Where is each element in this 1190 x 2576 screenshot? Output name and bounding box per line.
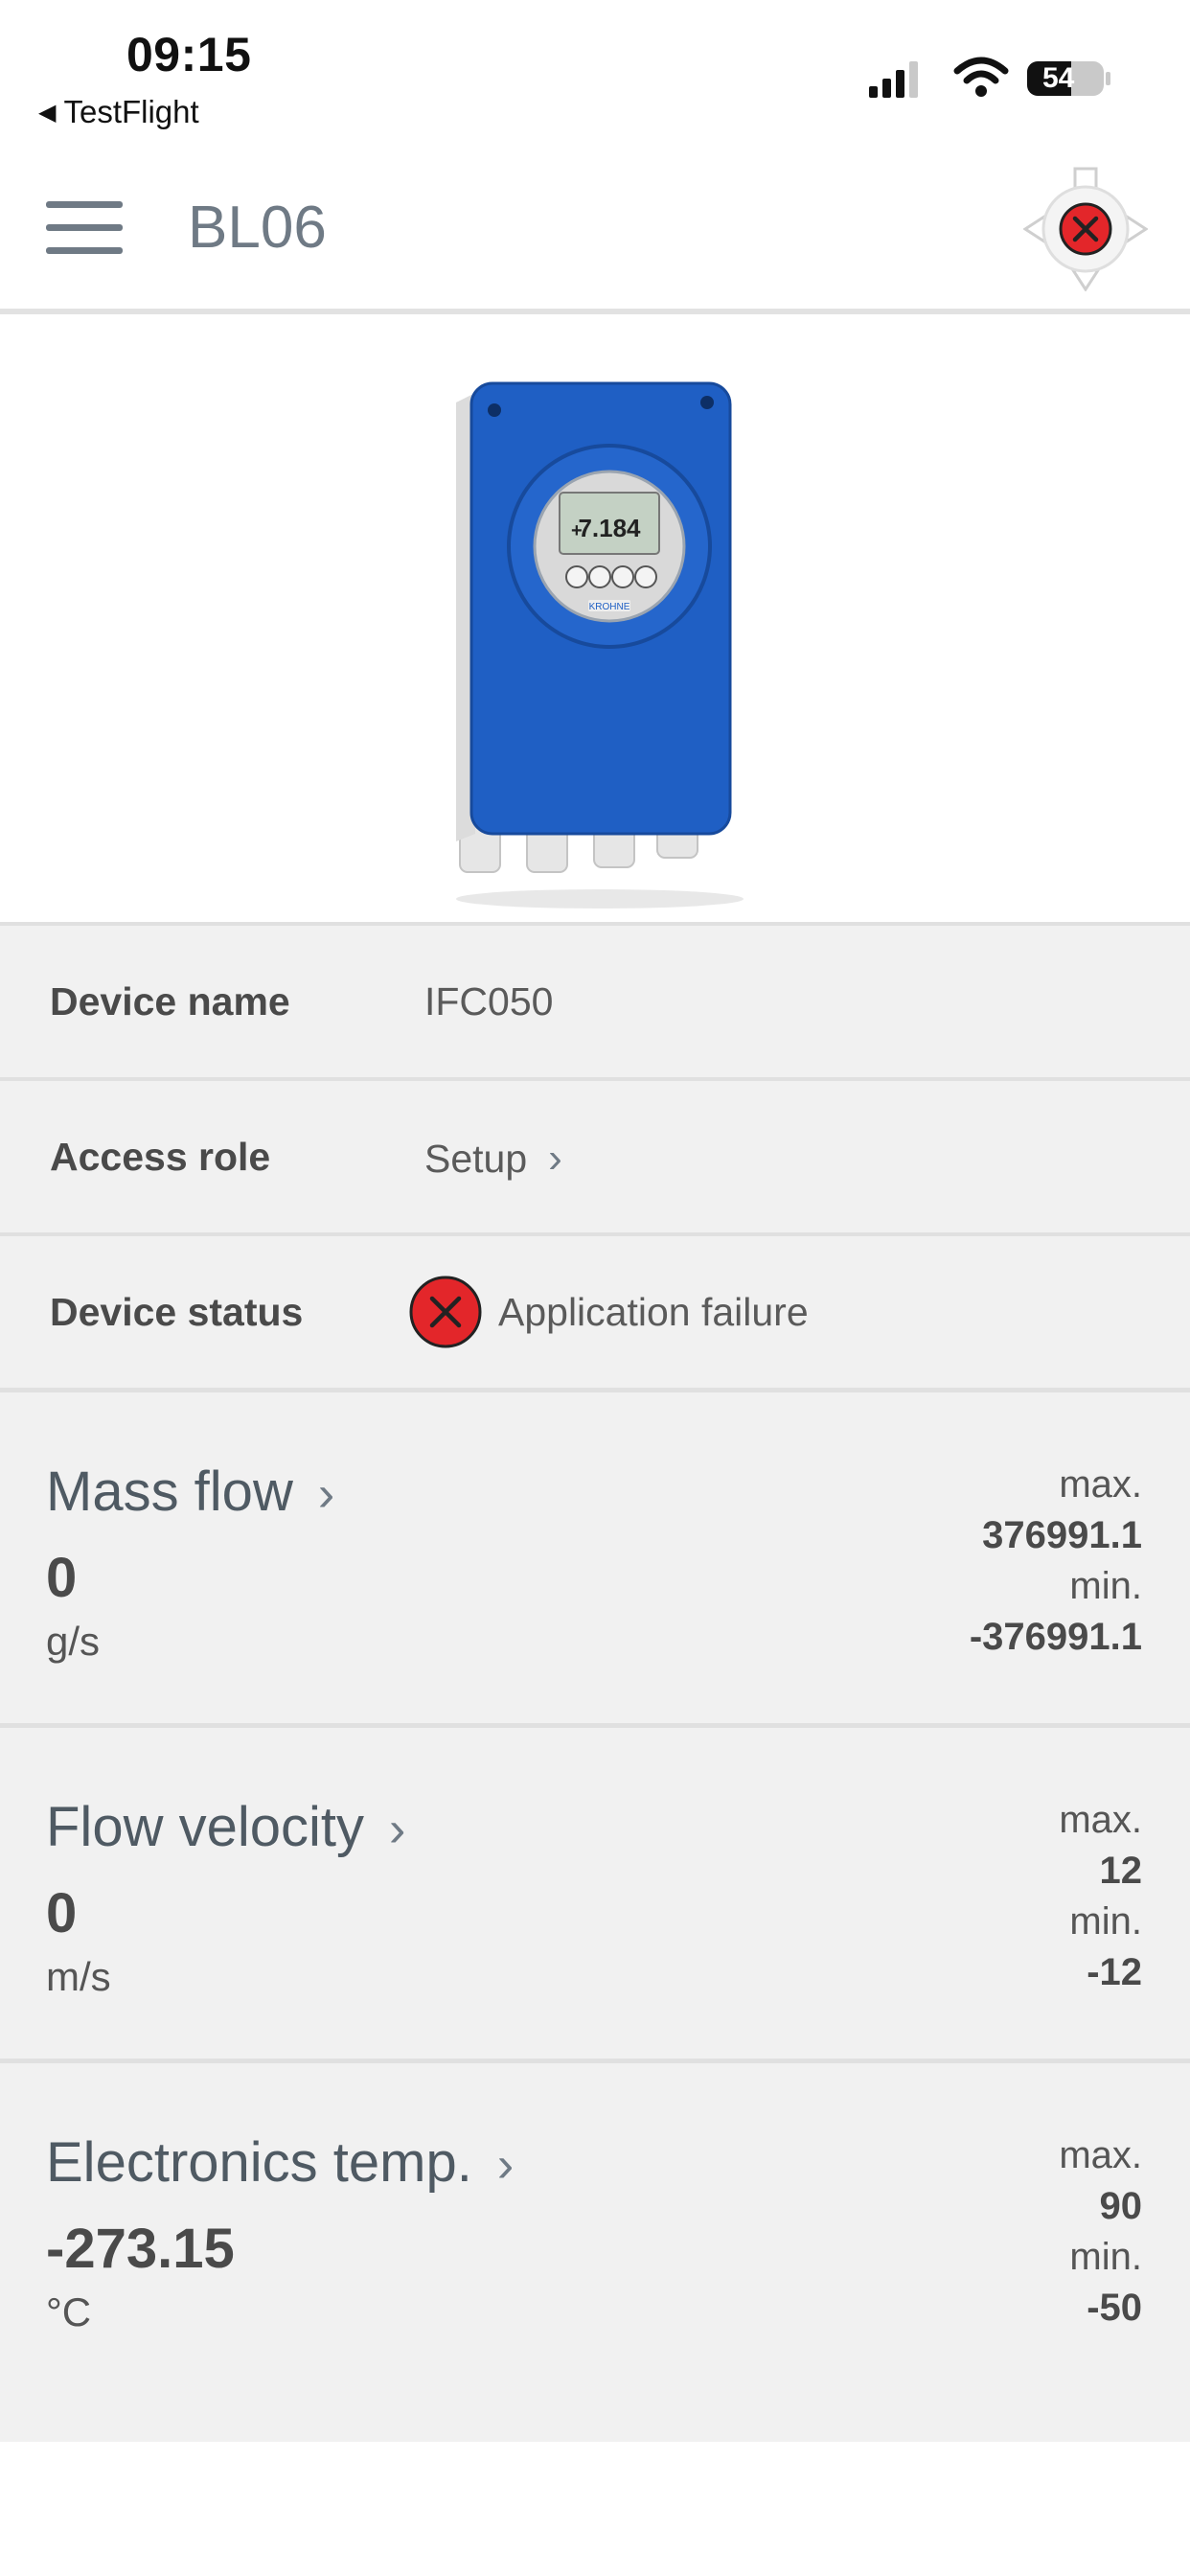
- device-status-value: Application failure: [498, 1290, 809, 1334]
- measurement-unit: g/s: [46, 1619, 101, 1664]
- device-brand: KROHNE: [589, 602, 630, 612]
- max-label: max.: [1059, 1799, 1142, 1841]
- measurement-title: Electronics temp. ›: [46, 2130, 514, 2195]
- measurement-unit: m/s: [46, 1954, 111, 1999]
- min-value: -50: [1087, 2287, 1142, 2329]
- max-label: max.: [1059, 1463, 1142, 1506]
- back-app-label: TestFlight: [63, 94, 199, 129]
- measurement-range: max. 90 min. -50: [1059, 2130, 1142, 2334]
- page-title: BL06: [188, 195, 327, 261]
- device-status-row: Device status Application failure: [0, 1232, 1190, 1388]
- cellular-signal-icon: [869, 61, 918, 98]
- access-role-value: Setup: [424, 1137, 528, 1181]
- hamburger-icon-line: [46, 201, 123, 208]
- device-name-value: IFC050: [424, 979, 554, 1024]
- menu-button[interactable]: [46, 201, 125, 257]
- error-status-icon: [409, 1276, 482, 1348]
- app-header: BL06: [0, 144, 1190, 314]
- access-role-value-wrap[interactable]: Setup ›: [424, 1135, 562, 1183]
- hamburger-icon-line: [46, 247, 123, 254]
- chevron-right-icon: ›: [548, 1135, 562, 1182]
- chevron-right-icon: ›: [496, 2137, 515, 2193]
- measurement-card-flow-velocity[interactable]: Flow velocity › 0 m/s max. 12 min. -12: [0, 1723, 1190, 2058]
- back-triangle-icon: ◀: [38, 100, 57, 126]
- min-value: -12: [1087, 1951, 1142, 1993]
- chevron-right-icon: ›: [388, 1802, 406, 1857]
- svg-text:+: +: [571, 520, 583, 541]
- device-image: 7.184 + KROHNE: [456, 381, 744, 908]
- measurement-value: -273.15: [46, 2218, 235, 2280]
- device-display-reading: 7.184: [578, 514, 641, 542]
- hamburger-icon-line: [46, 224, 123, 231]
- status-time: 09:15: [126, 28, 252, 81]
- device-name-label: Device name: [50, 979, 290, 1024]
- measurement-title-text: Flow velocity: [46, 1796, 364, 1858]
- access-role-row[interactable]: Access role Setup ›: [0, 1077, 1190, 1232]
- measurement-card-electronics-temp[interactable]: Electronics temp. › -273.15 °C max. 90 mi…: [0, 2058, 1190, 2442]
- measurement-unit: °C: [46, 2289, 92, 2334]
- battery-level: 54: [1042, 62, 1075, 94]
- min-label: min.: [1069, 1565, 1142, 1607]
- measurement-title-text: Mass flow: [46, 1460, 293, 1523]
- min-label: min.: [1069, 1900, 1142, 1943]
- measurement-title-text: Electronics temp.: [46, 2131, 472, 2194]
- back-to-app-link[interactable]: ◀ TestFlight: [38, 94, 199, 130]
- min-value: -376991.1: [969, 1616, 1142, 1658]
- device-info-list: Device name IFC050 Access role Setup › De…: [0, 922, 1190, 2442]
- device-image-area: 7.184 + KROHNE: [0, 320, 1190, 922]
- measurement-card-mass-flow[interactable]: Mass flow › 0 g/s max. 376991.1 min. -376…: [0, 1388, 1190, 1723]
- max-value: 90: [1099, 2185, 1143, 2227]
- measurement-value: 0: [46, 1547, 78, 1609]
- connection-error-icon[interactable]: [1023, 167, 1148, 291]
- measurement-value: 0: [46, 1882, 78, 1944]
- max-label: max.: [1059, 2134, 1142, 2176]
- measurement-range: max. 12 min. -12: [1059, 1795, 1142, 1998]
- min-label: min.: [1069, 2236, 1142, 2278]
- chevron-right-icon: ›: [317, 1466, 335, 1522]
- measurement-range: max. 376991.1 min. -376991.1: [970, 1460, 1142, 1663]
- status-bar: 09:15 ◀ TestFlight 54: [0, 0, 1190, 144]
- device-status-label: Device status: [50, 1290, 304, 1334]
- wifi-icon: [953, 57, 1009, 97]
- battery-indicator: 54: [1025, 58, 1113, 100]
- max-value: 12: [1099, 1850, 1143, 1892]
- access-role-label: Access role: [50, 1135, 271, 1179]
- measurement-title: Mass flow ›: [46, 1460, 334, 1524]
- measurement-title: Flow velocity ›: [46, 1795, 405, 1859]
- device-name-row: Device name IFC050: [0, 922, 1190, 1077]
- max-value: 376991.1: [982, 1514, 1142, 1556]
- bottom-spacer: [0, 2469, 1190, 2576]
